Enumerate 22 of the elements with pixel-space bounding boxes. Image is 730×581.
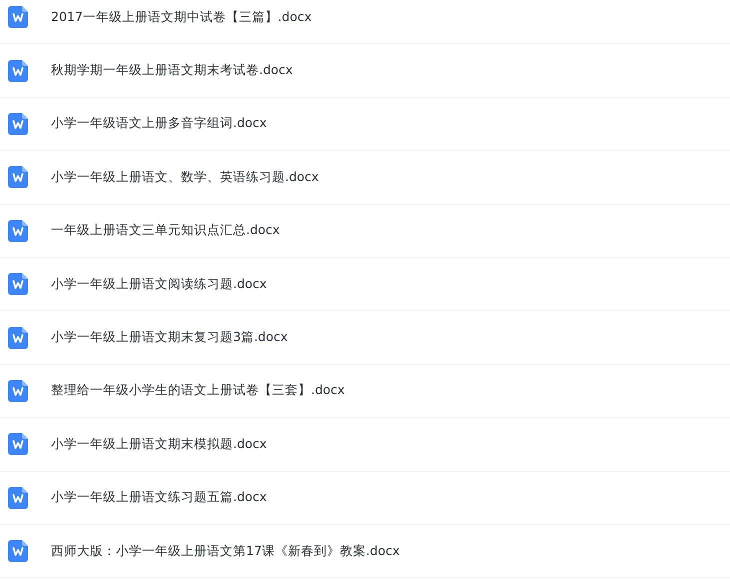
document-icon bbox=[8, 380, 28, 402]
file-name[interactable]: 小学一年级语文上册多音字组词.docx bbox=[51, 115, 267, 132]
document-icon bbox=[8, 273, 28, 296]
file-name[interactable]: 小学一年级上册语文期末模拟题.docx bbox=[51, 436, 267, 453]
document-icon bbox=[8, 486, 28, 509]
document-icon bbox=[8, 6, 28, 28]
document-icon bbox=[8, 166, 28, 188]
document-icon bbox=[8, 326, 28, 349]
file-name[interactable]: 2017一年级上册语文期中试卷【三篇】.docx bbox=[51, 8, 312, 26]
file-name[interactable]: 一年级上册语文三单元知识点汇总.docx bbox=[51, 222, 280, 240]
document-icon bbox=[8, 220, 28, 242]
file-name[interactable]: 整理给一年级小学生的语文上册试卷【三套】.docx bbox=[51, 382, 345, 400]
document-icon bbox=[8, 60, 28, 82]
file-name[interactable]: 小学一年级上册语文练习题五篇.docx bbox=[51, 489, 267, 506]
document-icon bbox=[8, 112, 28, 135]
file-name[interactable]: 秋期学期一年级上册语文期末考试卷.docx bbox=[51, 62, 293, 80]
document-icon bbox=[8, 433, 28, 456]
file-name[interactable]: 小学一年级上册语文期末复习题3篇.docx bbox=[51, 329, 288, 346]
document-icon bbox=[8, 540, 28, 562]
file-name[interactable]: 小学一年级上册语文阅读练习题.docx bbox=[51, 276, 267, 293]
file-name[interactable]: 西师大版：小学一年级上册语文第17课《新春到》教案.docx bbox=[51, 542, 400, 560]
file-name[interactable]: 小学一年级上册语文、数学、英语练习题.docx bbox=[51, 168, 319, 186]
